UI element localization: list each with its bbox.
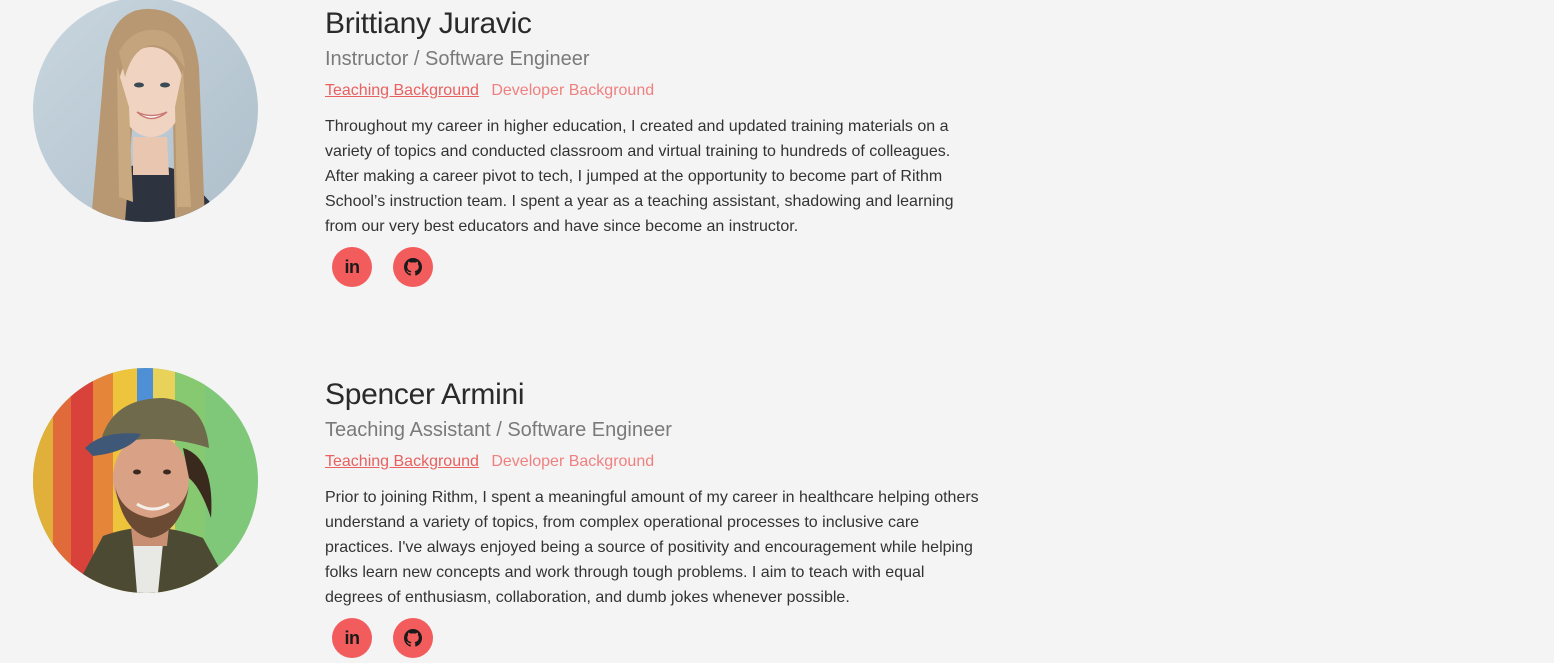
avatar	[33, 0, 258, 222]
github-button[interactable]	[393, 247, 433, 287]
linkedin-button[interactable]: in	[332, 247, 372, 287]
profile-info: Brittiany Juravic Instructor / Software …	[325, 6, 985, 287]
linkedin-icon: in	[344, 627, 361, 648]
avatar-photo	[33, 368, 258, 593]
profile-role: Instructor / Software Engineer	[325, 48, 590, 70]
social-links: in	[325, 618, 985, 658]
avatar-photo	[33, 0, 258, 222]
linkedin-button[interactable]: in	[332, 618, 372, 658]
tab-teaching-background[interactable]: Teaching Background	[325, 451, 479, 473]
background-tabs: Teaching Background Developer Background	[325, 80, 985, 102]
profile-name: Spencer Armini	[325, 378, 525, 411]
profile-info: Spencer Armini Teaching Assistant / Soft…	[325, 377, 985, 658]
background-tabs: Teaching Background Developer Background	[325, 451, 985, 473]
avatar	[33, 368, 258, 593]
team-page: Brittiany Juravic Instructor / Software …	[0, 0, 1554, 663]
social-links: in	[325, 247, 985, 287]
profile-name: Brittiany Juravic	[325, 7, 532, 40]
tab-developer-background[interactable]: Developer Background	[491, 451, 654, 473]
github-icon	[404, 629, 422, 647]
profile-bio: Prior to joining Rithm, I spent a meanin…	[325, 489, 979, 606]
linkedin-icon: in	[344, 256, 361, 277]
profile-role: Teaching Assistant / Software Engineer	[325, 419, 672, 441]
tab-teaching-background[interactable]: Teaching Background	[325, 80, 479, 102]
tab-developer-background[interactable]: Developer Background	[491, 80, 654, 102]
github-button[interactable]	[393, 618, 433, 658]
profile-bio: Throughout my career in higher education…	[325, 118, 954, 235]
github-icon	[404, 258, 422, 276]
